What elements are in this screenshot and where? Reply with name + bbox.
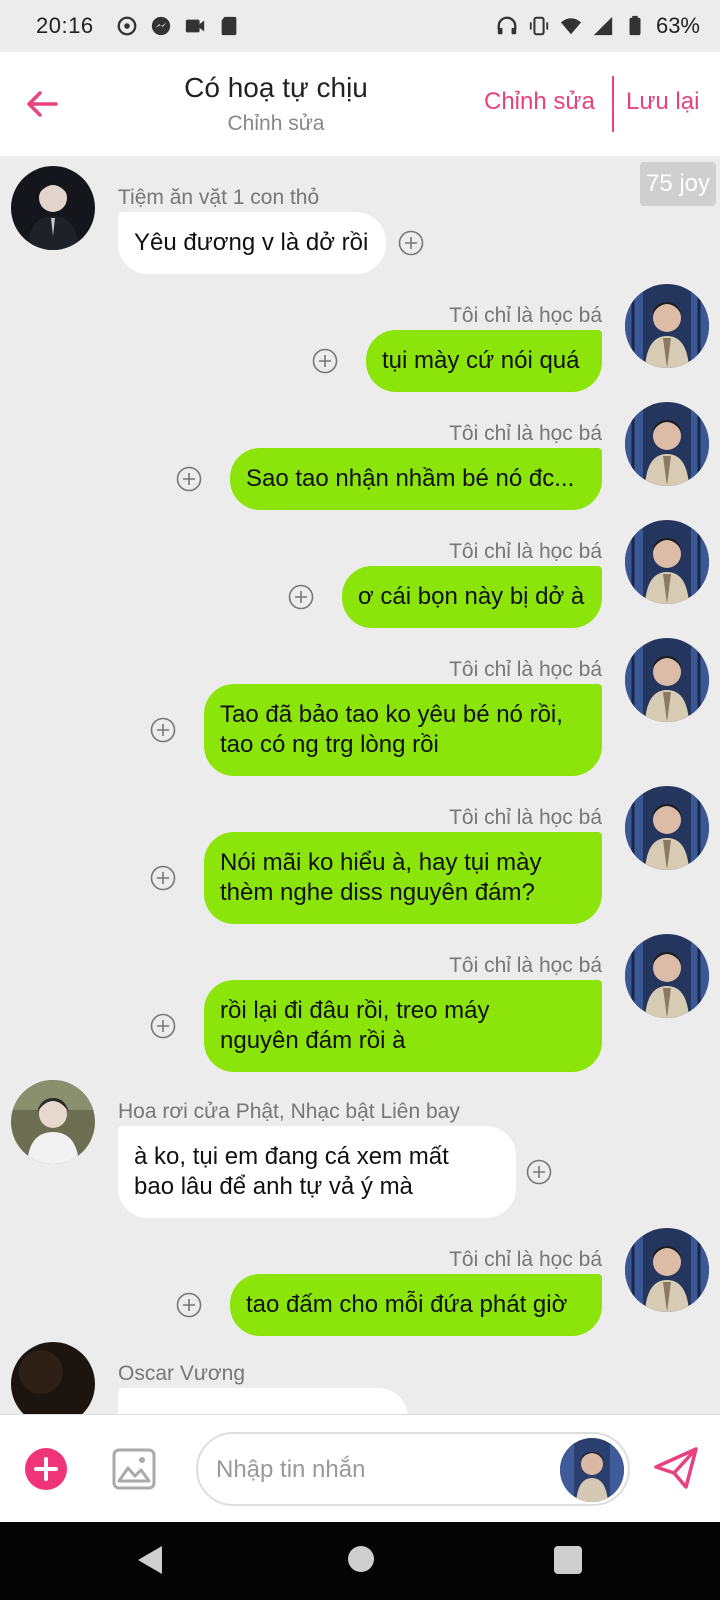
send-icon[interactable]	[652, 1445, 700, 1491]
message-text: Tao đã bảo tao ko yêu bé nó rồi,	[220, 701, 563, 728]
video-icon	[185, 19, 204, 33]
sender-name: Tiệm ăn vặt 1 con thỏ	[118, 186, 320, 209]
save-button[interactable]: Lưu lại	[626, 88, 699, 116]
message-input-placeholder: Nhập tin nhắn	[216, 1456, 366, 1483]
avatar[interactable]	[625, 402, 709, 486]
sender-name: Tôi chỉ là học bá	[449, 422, 602, 445]
message-text	[134, 1404, 392, 1414]
avatar[interactable]	[625, 934, 709, 1018]
chat-message: Tôi chỉ là học bá rồi lại đi đâu rồi, tre…	[0, 934, 720, 1084]
message-bubble[interactable]: rồi lại đi đâu rồi, treo máy nguyên đám r…	[204, 980, 602, 1072]
message-bubble[interactable]: à ko, tụi em đang cá xem mất bao lâu để a…	[118, 1126, 516, 1218]
add-reaction-icon[interactable]	[150, 717, 176, 743]
sender-name: Tôi chỉ là học bá	[449, 540, 602, 563]
battery-percent: 63%	[655, 13, 700, 38]
avatar[interactable]	[11, 166, 95, 250]
message-bubble[interactable]: ơ cái bọn này bị dở à	[342, 566, 602, 628]
headphones-icon	[497, 16, 517, 35]
status-bar: 20:16 63%	[0, 0, 720, 52]
chat-header: Có hoạ tự chịu Chỉnh sửa Chỉnh sửa Lưu l…	[0, 52, 720, 156]
edit-button[interactable]: Chỉnh sửa	[484, 88, 595, 116]
sender-name: Tôi chỉ là học bá	[449, 1248, 602, 1271]
chat-subtitle: Chỉnh sửa	[227, 112, 325, 135]
avatar[interactable]	[625, 1228, 709, 1312]
status-time: 20:16	[36, 13, 94, 38]
wifi-icon	[560, 18, 582, 35]
nav-recents-icon[interactable]	[554, 1546, 582, 1574]
message-text: tao có ng trg lòng rồi	[220, 731, 439, 758]
message-bubble[interactable]: Yêu đương v là dở rồi	[118, 212, 386, 274]
chat-message: Hoa rơi cửa Phật, Nhạc bật Liên bay à ko,…	[0, 1080, 720, 1230]
message-bubble[interactable]: Sao tao nhận nhầm bé nó đc...	[230, 448, 602, 510]
sender-name: Tôi chỉ là học bá	[449, 658, 602, 681]
sender-name: Hoa rơi cửa Phật, Nhạc bật Liên bay	[118, 1100, 460, 1123]
avatar[interactable]	[11, 1080, 95, 1164]
add-button[interactable]	[25, 1448, 67, 1490]
chat-message: Tôi chỉ là học bá Nói mãi ko hiểu à, hay …	[0, 786, 720, 936]
avatar[interactable]	[11, 1342, 95, 1414]
nav-back-icon[interactable]	[136, 1544, 164, 1576]
avatar[interactable]	[625, 786, 709, 870]
header-divider	[612, 76, 614, 132]
message-input[interactable]: Nhập tin nhắn	[196, 1432, 630, 1506]
sd-card-icon	[221, 16, 236, 36]
avatar-image	[560, 1438, 624, 1502]
message-bubble[interactable]: tụi mày cứ nói quá	[366, 330, 602, 392]
chat-message: Oscar Vương	[0, 1342, 720, 1414]
message-text: bao lâu để anh tự vả ý mà	[134, 1173, 413, 1200]
message-bubble[interactable]: tao đấm cho mỗi đứa phát giờ	[230, 1274, 602, 1336]
message-text: à ko, tụi em đang cá xem mất	[134, 1143, 449, 1170]
messenger-icon	[151, 16, 170, 36]
sender-name: Tôi chỉ là học bá	[449, 806, 602, 829]
avatar[interactable]	[625, 284, 709, 368]
signal-icon	[593, 16, 613, 36]
sender-name: Tôi chỉ là học bá	[449, 304, 602, 327]
message-text: ơ cái bọn này bị dở à	[358, 583, 585, 610]
add-reaction-icon[interactable]	[312, 348, 338, 374]
message-text: Sao tao nhận nhầm bé nó đc...	[246, 465, 575, 492]
avatar[interactable]	[625, 638, 709, 722]
add-reaction-icon[interactable]	[526, 1159, 552, 1185]
image-icon[interactable]	[112, 1448, 156, 1490]
avatar[interactable]	[625, 520, 709, 604]
message-bubble[interactable]: Nói mãi ko hiểu à, hay tụi mày thèm nghe …	[204, 832, 602, 924]
message-text: rồi lại đi đâu rồi, treo máy	[220, 997, 490, 1024]
add-reaction-icon[interactable]	[150, 865, 176, 891]
message-input-bar: Nhập tin nhắn	[0, 1414, 720, 1522]
sender-name: Tôi chỉ là học bá	[449, 954, 602, 977]
plus-icon	[34, 1457, 58, 1481]
system-nav-bar	[0, 1522, 720, 1600]
message-list[interactable]: 75 joy Tiệm ăn vặt 1 con thỏ Yêu đương v …	[0, 156, 720, 1414]
message-text: Yêu đương v là dở rồi	[134, 229, 369, 256]
add-reaction-icon[interactable]	[176, 466, 202, 492]
vibrate-icon	[529, 16, 549, 36]
message-text: tụi mày cứ nói quá	[382, 347, 580, 374]
message-bubble[interactable]: Tao đã bảo tao ko yêu bé nó rồi, tao có n…	[204, 684, 602, 776]
message-text: Nói mãi ko hiểu à, hay tụi mày	[220, 849, 542, 876]
add-reaction-icon[interactable]	[176, 1292, 202, 1318]
message-bubble[interactable]	[118, 1388, 408, 1414]
add-reaction-icon[interactable]	[398, 230, 424, 256]
message-text: nguyên đám rồi à	[220, 1027, 406, 1054]
message-text: thèm nghe diss nguyên đám?	[220, 879, 535, 906]
chat-title: Có hoạ tự chịu	[184, 72, 368, 103]
battery-icon	[629, 15, 641, 36]
add-reaction-icon[interactable]	[288, 584, 314, 610]
message-text: tao đấm cho mỗi đứa phát giờ	[246, 1291, 568, 1318]
character-avatar-selector[interactable]	[560, 1438, 624, 1502]
chat-message: Tôi chỉ là học bá Tao đã bảo tao ko yêu b…	[0, 638, 720, 788]
podcast-icon	[117, 16, 136, 36]
nav-home-icon[interactable]	[348, 1546, 374, 1572]
add-reaction-icon[interactable]	[150, 1013, 176, 1039]
sender-name: Oscar Vương	[118, 1362, 246, 1385]
